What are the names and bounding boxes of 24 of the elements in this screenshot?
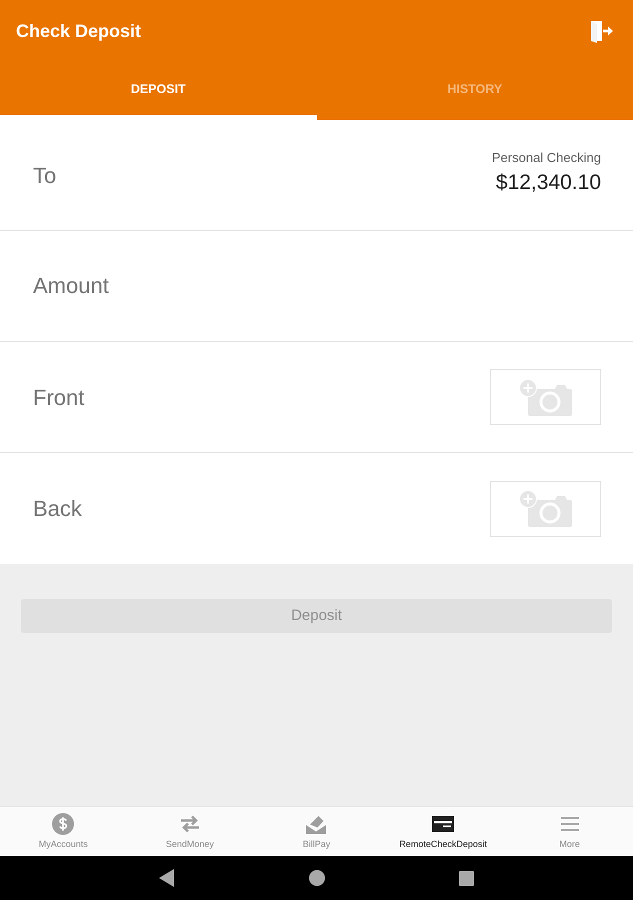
- swap-arrows-icon: [178, 813, 201, 835]
- door-arrow-icon[interactable]: [589, 19, 614, 43]
- card-icon: [432, 813, 454, 835]
- recents-square-icon[interactable]: [459, 870, 474, 886]
- tab[interactable]: HISTORY: [316, 62, 633, 120]
- bottom-nav-item[interactable]: MyAccounts: [0, 807, 127, 856]
- bottom-nav-item[interactable]: RemoteCheckDeposit: [380, 807, 506, 856]
- screen-title: Check Deposit: [16, 20, 142, 43]
- account-selector[interactable]: To Personal Checking $12,340.10: [0, 120, 633, 231]
- bottom-nav-item[interactable]: More: [506, 807, 633, 856]
- envelope-letter-icon: [305, 813, 328, 835]
- home-circle-icon[interactable]: [309, 870, 325, 886]
- back-triangle-icon[interactable]: [159, 869, 175, 887]
- amount-field[interactable]: Amount: [0, 231, 633, 341]
- dollar-coin-icon: [52, 813, 74, 835]
- photo-side-label: Back: [33, 495, 82, 523]
- camera-plus-icon: [519, 490, 572, 527]
- account-name: Personal Checking: [492, 149, 601, 167]
- to-label: To: [33, 162, 56, 190]
- photo-side-label: Front: [33, 384, 84, 412]
- bottom-nav-item[interactable]: SendMoney: [126, 807, 254, 856]
- account-balance: $12,340.10: [496, 170, 601, 196]
- bottom-nav-item[interactable]: BillPay: [253, 807, 380, 856]
- camera-plus-icon: [519, 378, 572, 416]
